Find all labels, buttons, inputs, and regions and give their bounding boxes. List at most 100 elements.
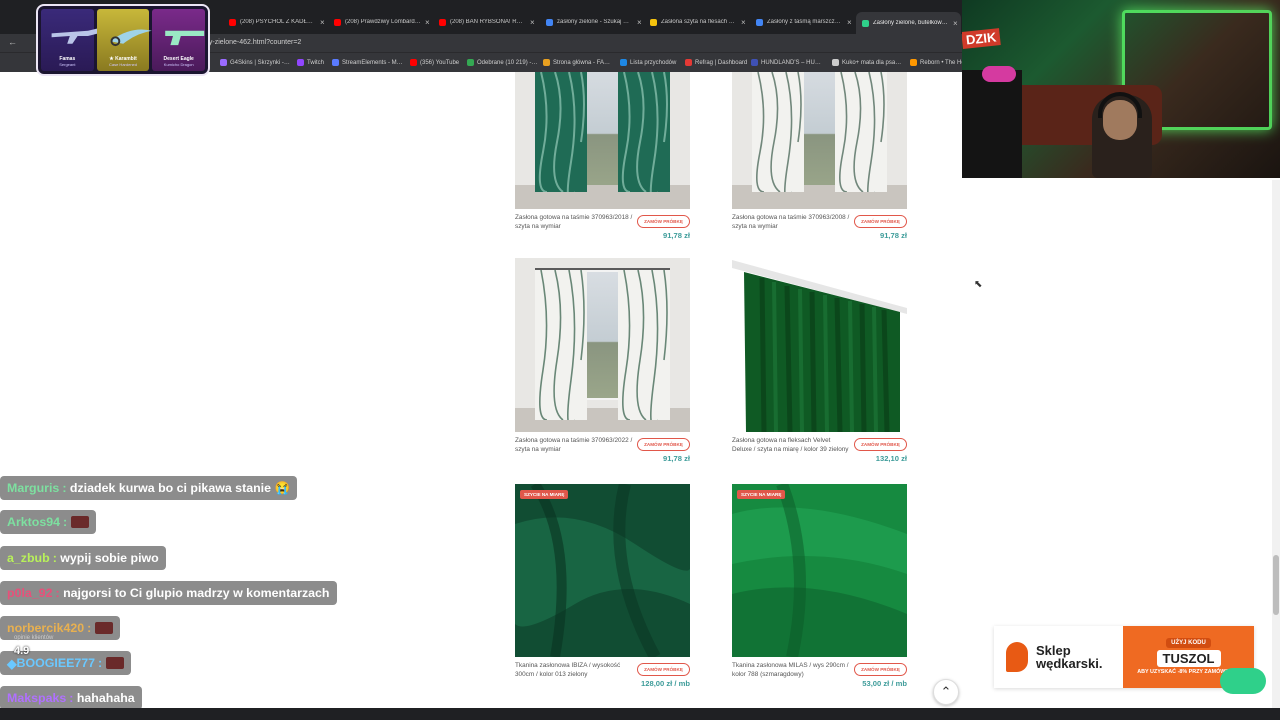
bookmark[interactable]: Twitch: [297, 59, 324, 66]
order-sample-button[interactable]: ZAMÓW PRÓBKĘ: [637, 438, 690, 451]
chat-text: dziadek kurwa bo ci pikawa stanie 😭: [69, 480, 290, 495]
webcam-feed: DZIK: [962, 0, 1280, 178]
bookmark[interactable]: (356) YouTube: [410, 59, 459, 66]
chat-username: norbercik420: [7, 621, 85, 635]
bookmark-icon: [220, 59, 227, 66]
product-price: 91,78 zł: [879, 231, 907, 240]
bookmark-icon: [832, 59, 839, 66]
chat-username: a_zbub: [7, 551, 50, 565]
tab[interactable]: Zasłona szyta na flesach z… ×: [650, 14, 749, 30]
fabric-swatch: [515, 484, 690, 657]
skin-card: ★ Karambit Case Hardened: [96, 9, 152, 71]
bookmark[interactable]: Lista przychodów: [620, 59, 676, 66]
live-chat-button[interactable]: [1220, 668, 1266, 694]
rating-label: opinie klientów: [14, 635, 54, 641]
refrag-icon: [685, 59, 692, 66]
custom-sewing-badge: SZYCIE NA MIARĘ: [737, 490, 786, 499]
order-sample-button[interactable]: ZAMÓW PRÓBKĘ: [854, 663, 907, 676]
rifle-icon: [51, 28, 99, 44]
bookmark[interactable]: StreamElements - M…: [332, 59, 403, 66]
url-field[interactable]: ny-zielone-462.html?counter=2: [205, 39, 301, 46]
tab-active[interactable]: Zasłony zielone, butelkow… ×: [856, 12, 961, 34]
chat-username: BOOGIEE777: [16, 656, 96, 670]
close-icon[interactable]: ×: [320, 18, 328, 27]
ad-code-label: UŻYJ KODU: [1166, 638, 1211, 648]
curtain-panel: [618, 72, 670, 192]
close-icon[interactable]: ×: [425, 18, 433, 27]
order-sample-button[interactable]: ZAMÓW PRÓBKĘ: [854, 215, 907, 228]
product-price: 132,10 zł: [875, 454, 907, 463]
taskbar: [0, 708, 1280, 720]
close-icon[interactable]: ×: [741, 18, 749, 27]
order-sample-button[interactable]: ZAMÓW PRÓBKĘ: [637, 215, 690, 228]
skin-card: Famas Sergeant: [41, 9, 99, 71]
product-name[interactable]: Tkanina zasłonowa IBIZA / wysokość 300cm…: [515, 662, 633, 679]
curtain-panel: [752, 72, 804, 192]
badge-icon: ◆: [7, 656, 17, 671]
fish-logo-icon: [1006, 642, 1028, 672]
product-image[interactable]: SZYCIE NA MIARĘ: [515, 484, 690, 657]
chat-message: p0la_92: najgorsi to Ci glupio madrzy w …: [0, 581, 337, 605]
tab[interactable]: zasłony zielone - Szukaj w… ×: [546, 14, 645, 30]
back-icon[interactable]: ←: [8, 37, 17, 47]
curtain-panel: [535, 270, 587, 420]
smile-widget[interactable]: Smile: [14, 678, 35, 687]
chat-username: p0la_92: [7, 586, 53, 600]
chat-username: Makspaks: [7, 691, 67, 705]
product-name[interactable]: Zasłona gotowa na taśmie 370963/2008 / s…: [732, 214, 850, 231]
bookmark[interactable]: Refrag | Dashboard: [685, 59, 747, 66]
scroll-to-top-button[interactable]: ⌃: [933, 679, 959, 705]
curtain-panel: [535, 72, 587, 192]
product-price: 128,00 zł / mb: [641, 679, 690, 688]
scrollbar[interactable]: [1272, 180, 1280, 710]
bookmark[interactable]: Kuko+ mata dla psa…: [832, 59, 901, 66]
webcam-logo: DZIK: [962, 28, 1002, 49]
close-icon[interactable]: ×: [953, 19, 961, 28]
bookmark[interactable]: G4Skins | Skrzynki -…: [220, 59, 290, 66]
tab[interactable]: (208) Prawdziwy Lombard… ×: [334, 14, 433, 30]
product-name[interactable]: Zasłona gotowa na taśmie 370963/2018 / s…: [515, 214, 633, 231]
skin-drop-overlay: Famas Sergeant ★ Karambit Case Hardened …: [36, 4, 210, 76]
emote-icon: [95, 622, 114, 634]
tab[interactable]: (208) PSYCHOL Z KADŁUB… ×: [229, 14, 328, 30]
close-icon[interactable]: ×: [637, 18, 645, 27]
product-price: 91,78 zł: [662, 454, 690, 463]
skin-card: Desert Eagle Kumicho Dragon: [152, 9, 206, 71]
close-icon[interactable]: ×: [847, 18, 855, 27]
chat-message: Marguris: dziadek kurwa bo ci pikawa sta…: [0, 476, 297, 500]
chat-message: a_zbub: wypij sobie piwo: [0, 546, 166, 570]
order-sample-button[interactable]: ZAMÓW PRÓBKĘ: [637, 663, 690, 676]
bookmark[interactable]: Strona główna - FA…: [543, 59, 610, 66]
chevron-up-icon: ⌃: [940, 684, 952, 699]
rating-value: 4.9: [14, 645, 30, 657]
chat-message: Makspaks: hahahaha: [0, 686, 142, 710]
product-image[interactable]: [515, 258, 690, 432]
product-image[interactable]: [732, 72, 907, 209]
scrollbar-thumb[interactable]: [1273, 555, 1279, 615]
bookmark[interactable]: HUNDLAND'S – HU…: [751, 59, 821, 66]
product-name[interactable]: Tkanina zasłonowa MILAS / wys 290cm / ko…: [732, 662, 850, 679]
product-image[interactable]: SZYCIE NA MIARĘ: [732, 484, 907, 657]
chat-text: hahahaha: [76, 691, 135, 705]
bookmark-icon: [332, 59, 339, 66]
chat-username: Marguris: [7, 481, 60, 495]
site-icon: [650, 18, 657, 26]
emote-icon: [71, 516, 90, 528]
custom-sewing-badge: SZYCIE NA MIARĘ: [520, 490, 569, 499]
chat-text: wypij sobie piwo: [60, 551, 159, 565]
product-name[interactable]: Zasłona gotowa na taśmie 370963/2022 / s…: [515, 437, 633, 454]
bookmark-icon: [620, 59, 627, 66]
order-sample-button[interactable]: ZAMÓW PRÓBKĘ: [854, 438, 907, 451]
product-name[interactable]: Zasłona gotowa na fleksach Velvet Deluxe…: [732, 437, 850, 454]
product-image[interactable]: [515, 72, 690, 209]
tab[interactable]: Zasłony z taśmą marszczą… ×: [756, 14, 855, 30]
bookmark-icon: [543, 59, 550, 66]
velvet-curtain: [732, 260, 907, 432]
product-price: 53,00 zł / mb: [862, 679, 907, 688]
ad-code: TUSZOL: [1156, 650, 1221, 667]
bookmark[interactable]: Odebrane (10 219) -…: [467, 59, 537, 66]
product-image[interactable]: [732, 258, 907, 432]
tab[interactable]: (208) BAN RYBSONA! RO… ×: [439, 14, 538, 30]
close-icon[interactable]: ×: [530, 18, 538, 27]
ad-banner[interactable]: Sklep wędkarski. UŻYJ KODU TUSZOL ABY UZY…: [994, 626, 1254, 688]
